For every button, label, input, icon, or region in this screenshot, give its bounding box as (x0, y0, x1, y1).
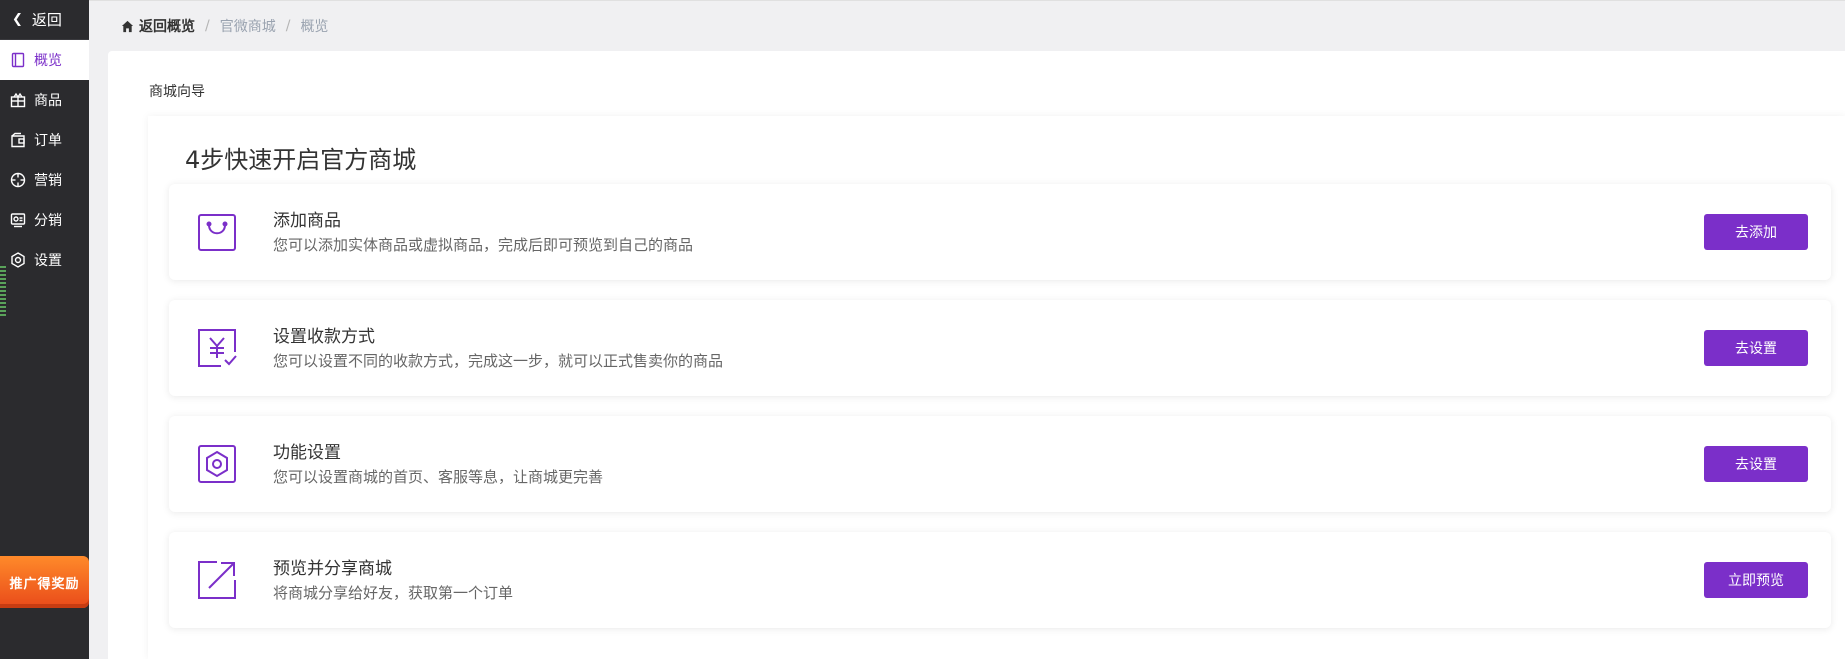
sidebar-item-settings[interactable]: 设置 (0, 240, 89, 280)
sidebar-item-label: 订单 (34, 133, 62, 149)
set-payment-button[interactable]: 去设置 (1704, 330, 1808, 366)
add-goods-button[interactable]: 去添加 (1704, 214, 1808, 250)
step-description: 将商城分享给好友，获取第一个订单 (273, 584, 514, 602)
distribution-icon (10, 212, 26, 228)
step-title: 添加商品 (273, 211, 341, 231)
shopping-bag-icon (197, 212, 237, 252)
preview-now-button[interactable]: 立即预览 (1704, 562, 1808, 598)
guide-card: 4步快速开启官方商城 添加商品 您可以添加实体商品或虚拟商品，完成后即可预览到自… (148, 116, 1845, 659)
step-card-function-settings: 功能设置 您可以设置商城的首页、客服等息，让商城更完善 去设置 (169, 416, 1831, 512)
step-card-add-goods: 添加商品 您可以添加实体商品或虚拟商品，完成后即可预览到自己的商品 去添加 (169, 184, 1831, 280)
marketing-icon (10, 172, 26, 188)
breadcrumb: 返回概览 / 官微商城 / 概览 (89, 0, 1845, 51)
back-button[interactable]: ❮ 返回 (0, 0, 89, 40)
main-panel: 商城向导 4步快速开启官方商城 添加商品 您可以添加实体商品或虚拟商品，完成后即… (108, 51, 1845, 659)
sidebar-item-marketing[interactable]: 营销 (0, 160, 89, 200)
share-icon (197, 560, 237, 600)
sidebar-item-label: 营销 (34, 173, 62, 189)
breadcrumb-home-link[interactable]: 返回概览 (139, 16, 195, 36)
hexagon-settings-icon (197, 444, 237, 484)
goods-icon (10, 92, 26, 108)
step-title: 设置收款方式 (273, 327, 375, 347)
settings-icon (10, 252, 26, 268)
step-description: 您可以添加实体商品或虚拟商品，完成后即可预览到自己的商品 (273, 236, 694, 254)
sidebar-item-overview[interactable]: 概览 (0, 40, 89, 80)
step-description: 您可以设置不同的收款方式，完成这一步，就可以正式售卖你的商品 (273, 352, 724, 370)
order-icon (10, 132, 26, 148)
function-settings-button[interactable]: 去设置 (1704, 446, 1808, 482)
breadcrumb-item-mall[interactable]: 官微商城 (220, 16, 276, 36)
overview-icon (10, 52, 26, 68)
promo-label: 推广得奖励 (9, 576, 80, 592)
step-card-preview-share: 预览并分享商城 将商城分享给好友，获取第一个订单 立即预览 (169, 532, 1831, 628)
section-title: 商城向导 (149, 84, 205, 100)
sidebar-item-label: 商品 (34, 93, 62, 109)
sidebar: ❮ 返回 概览 商品 订单 营销 分销 设置 推广得奖励 (0, 0, 89, 659)
sidebar-item-label: 分销 (34, 213, 62, 229)
payment-icon (197, 328, 237, 368)
sidebar-item-label: 设置 (34, 253, 62, 269)
breadcrumb-item-overview: 概览 (300, 19, 329, 35)
breadcrumb-separator: / (205, 18, 210, 34)
sidebar-item-label: 概览 (34, 53, 62, 69)
step-title: 预览并分享商城 (273, 559, 392, 579)
step-description: 您可以设置商城的首页、客服等息，让商城更完善 (273, 468, 604, 486)
breadcrumb-separator: / (285, 18, 291, 34)
sidebar-item-goods[interactable]: 商品 (0, 80, 89, 120)
promo-badge[interactable]: 推广得奖励 (0, 556, 89, 608)
sidebar-item-order[interactable]: 订单 (0, 120, 89, 160)
scroll-indicator (0, 266, 6, 318)
card-title: 4步快速开启官方商城 (185, 146, 417, 174)
chevron-left-icon: ❮ (12, 12, 23, 27)
step-title: 功能设置 (273, 443, 341, 463)
step-card-payment: 设置收款方式 您可以设置不同的收款方式，完成这一步，就可以正式售卖你的商品 去设… (169, 300, 1831, 396)
sidebar-item-distribution[interactable]: 分销 (0, 200, 89, 240)
back-label: 返回 (31, 11, 62, 29)
home-icon (121, 20, 134, 33)
